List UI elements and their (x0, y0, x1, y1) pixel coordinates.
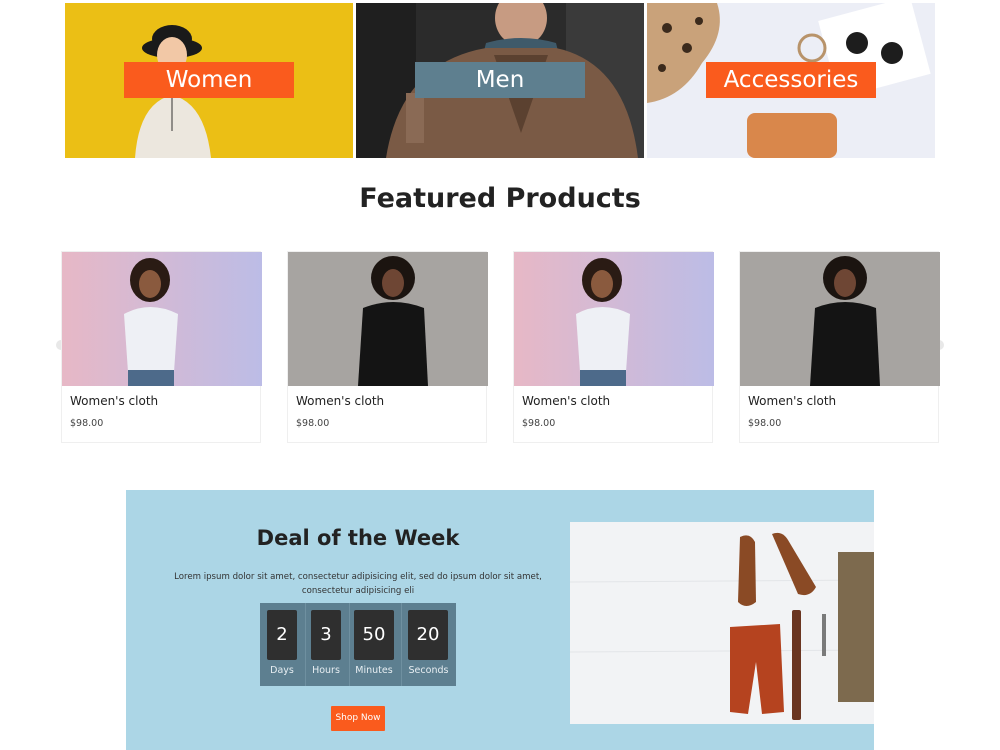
shop-now-button[interactable]: Shop Now (331, 706, 385, 731)
product-card[interactable]: Women's cloth $98.00 (739, 251, 940, 443)
deal-description: Lorem ipsum dolor sit amet, consectetur … (174, 572, 542, 596)
deal-title: Deal of the Week (256, 526, 460, 550)
product-price: $98.00 (522, 418, 556, 429)
countdown-minutes-label: Minutes (355, 665, 393, 676)
product-image (288, 252, 488, 386)
product-card[interactable]: Women's cloth $98.00 (513, 251, 714, 443)
product-name: Women's cloth (748, 394, 837, 408)
category-women-label: Women (124, 62, 294, 98)
category-accessories[interactable]: Accessories (647, 3, 935, 158)
countdown-minutes-value: 50 (354, 610, 394, 660)
countdown-seconds-label: Seconds (408, 665, 449, 676)
deal-product-image (570, 522, 874, 724)
category-accessories-label: Accessories (706, 62, 876, 98)
product-card[interactable]: Women's cloth $98.00 (61, 251, 262, 443)
featured-products-title: Featured Products (359, 183, 641, 214)
product-card[interactable]: Women's cloth $98.00 (287, 251, 488, 443)
countdown-days-value: 2 (267, 610, 297, 660)
countdown-hours-label: Hours (312, 665, 340, 676)
product-name: Women's cloth (70, 394, 159, 408)
countdown-seconds-value: 20 (408, 610, 448, 660)
countdown-days-label: Days (270, 665, 294, 676)
product-image (62, 252, 262, 386)
countdown-hours-value: 3 (311, 610, 341, 660)
product-name: Women's cloth (296, 394, 385, 408)
deal-of-the-week-section: Deal of the Week Lorem ipsum dolor sit a… (126, 490, 874, 750)
product-price: $98.00 (296, 418, 330, 429)
product-price: $98.00 (70, 418, 104, 429)
product-image (740, 252, 940, 386)
category-men[interactable]: Men (356, 3, 644, 158)
category-men-label: Men (415, 62, 585, 98)
category-women[interactable]: Women (65, 3, 353, 158)
product-price: $98.00 (748, 418, 782, 429)
countdown-timer: 2 Days 3 Hours 50 Minutes 20 Seconds (260, 603, 456, 686)
product-name: Women's cloth (522, 394, 611, 408)
product-image (514, 252, 714, 386)
